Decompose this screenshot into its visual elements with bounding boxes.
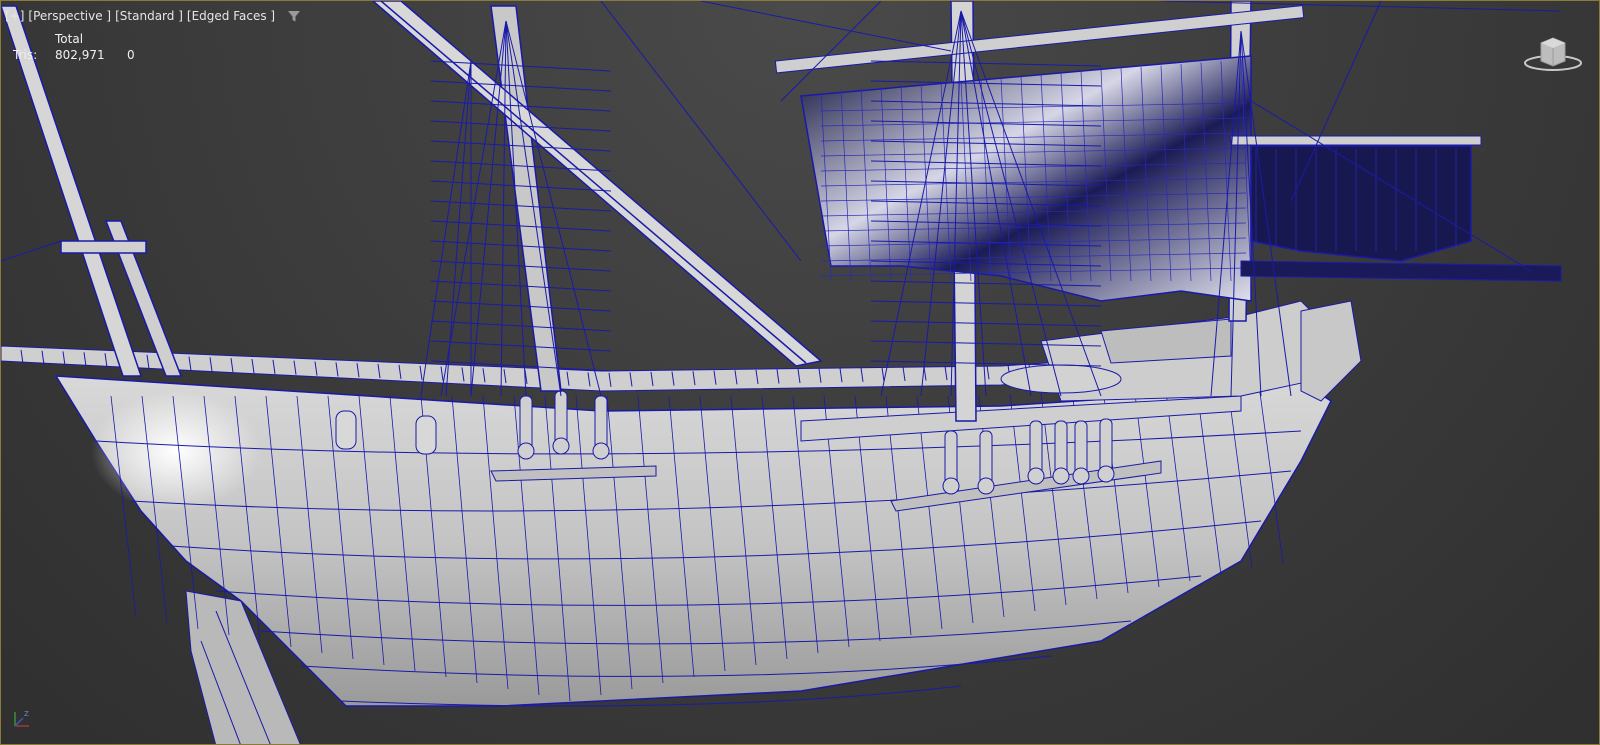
viewport-shading-standard-menu[interactable]: [Standard ]: [115, 9, 183, 23]
viewport-plus-menu[interactable]: [+]: [5, 9, 24, 23]
stern-castle: [1000, 300, 1332, 402]
stats-tris-row: Tris: 802,971 0: [13, 47, 135, 64]
viewcube-icon[interactable]: [1523, 33, 1583, 73]
main-sail: [774, 5, 1562, 302]
filter-funnel-icon[interactable]: [287, 9, 301, 23]
viewport-label-menu: [+] [Perspective ] [Standard ] [Edged Fa…: [5, 7, 301, 25]
axis-tripod-icon: Z: [14, 710, 29, 727]
axis-z-label: Z: [24, 710, 29, 718]
ship-wireframe-scene[interactable]: [1, 1, 1600, 745]
stats-column-header: Total: [55, 32, 84, 46]
viewport-point-of-view-menu[interactable]: [Perspective ]: [28, 9, 111, 23]
3d-viewport[interactable]: [+] [Perspective ] [Standard ] [Edged Fa…: [0, 0, 1600, 745]
stats-tris-selected: 0: [127, 48, 135, 62]
stern-gallery: [1300, 300, 1362, 402]
stats-tris-total: 802,971: [55, 48, 105, 62]
viewport-shading-style-menu[interactable]: [Edged Faces ]: [187, 9, 275, 23]
stats-tris-label: Tris:: [13, 48, 38, 62]
